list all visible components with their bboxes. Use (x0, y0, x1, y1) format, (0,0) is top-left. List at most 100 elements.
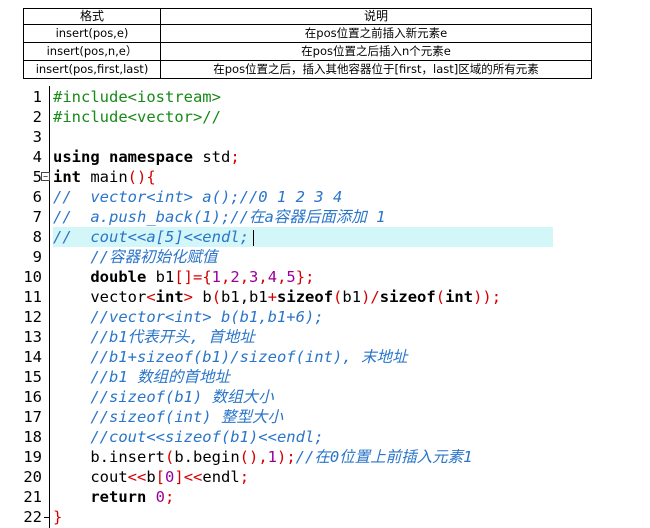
line-number: 3 (32, 128, 42, 146)
code-line[interactable]: 15 //b1 数组的首地址 (0, 367, 650, 387)
code-text[interactable]: // vector<int> a();//0 1 2 3 4 (53, 187, 553, 207)
code-token: //b1 数组的首地址 (90, 368, 230, 386)
code-text[interactable] (53, 127, 553, 147)
code-line[interactable]: 10 double b1[]={1,2,3,4,5}; (0, 267, 650, 287)
code-token: 1 (211, 268, 221, 286)
code-text[interactable]: // a.push_back(1);//在a容器后面添加 1 (53, 207, 553, 227)
line-number: 12 (23, 308, 42, 326)
code-line[interactable]: 8 // cout<<a[5]<<endl; (0, 227, 650, 247)
code-text[interactable]: //vector<int> b(b1,b1+6); (53, 307, 553, 327)
code-text[interactable]: //b1 数组的首地址 (53, 367, 553, 387)
code-text[interactable]: // cout<<a[5]<<endl; (53, 227, 553, 247)
code-token: //b1代表开头, 首地址 (90, 328, 255, 346)
code-line[interactable]: 17 //sizeof(int) 整型大小 (0, 407, 650, 427)
code-token: double (90, 268, 156, 286)
code-token: + (267, 288, 278, 306)
code-token: ( (435, 288, 446, 306)
code-text[interactable]: //b1代表开头, 首地址 (53, 327, 553, 347)
code-line[interactable]: 9 //容器初始化赋值 (0, 247, 650, 267)
code-text[interactable]: //cout<<sizeof(b1)<<endl; (53, 427, 553, 447)
code-token: ); (277, 448, 296, 466)
code-token: > (183, 288, 203, 306)
table-cell-format: insert(pos,e) (23, 24, 161, 43)
code-token: using namespace (53, 148, 203, 166)
code-text[interactable]: return 0; (53, 487, 553, 507)
code-token: 4 (267, 268, 278, 286)
line-number: 6 (32, 188, 42, 206)
code-text[interactable]: b.insert(b.begin(),1);//在0位置上前插入元素1 (53, 447, 553, 467)
line-number: 13 (23, 328, 42, 346)
line-number: 4 (32, 148, 42, 166)
line-number: 9 (32, 248, 42, 266)
line-number: 11 (23, 288, 42, 306)
fold-toggle-icon[interactable]: − (41, 172, 50, 181)
code-line[interactable]: 13 //b1代表开头, 首地址 (0, 327, 650, 347)
code-line[interactable]: 11 vector<int> b(b1,b1+sizeof(b1)/sizeof… (0, 287, 650, 307)
code-token: b.begin (174, 448, 240, 466)
line-number: 15 (23, 368, 42, 386)
code-text[interactable]: cout<<b[0]<<endl; (53, 467, 553, 487)
code-token: )); (473, 288, 502, 306)
code-token: (), (239, 448, 268, 466)
code-line[interactable]: 18 //cout<<sizeof(b1)<<endl; (0, 427, 650, 447)
code-line[interactable]: 4 using namespace std; (0, 147, 650, 167)
code-text[interactable]: } (53, 507, 553, 527)
code-token: , (239, 268, 250, 286)
code-text[interactable]: //sizeof(b1) 数组大小 (53, 387, 553, 407)
code-text[interactable]: //sizeof(int) 整型大小 (53, 407, 553, 427)
code-line[interactable]: 19 b.insert(b.begin(),1);//在0位置上前插入元素1 (0, 447, 650, 467)
code-token: , (258, 268, 268, 286)
code-token: 0 (155, 488, 165, 506)
code-token: ( (333, 288, 343, 306)
line-number: 14 (23, 348, 42, 366)
code-token: //容器初始化赋值 (90, 248, 218, 266)
code-text[interactable]: #include<vector>// (53, 107, 553, 127)
line-number: 18 (23, 428, 42, 446)
line-number: 8 (32, 228, 42, 246)
code-token: cout (53, 468, 128, 486)
code-token: vector (53, 288, 147, 306)
line-number: 7 (32, 208, 42, 226)
code-token: // cout<<a[5]<<endl; (53, 228, 249, 246)
code-line[interactable]: 3 (0, 127, 650, 147)
code-token: //cout<<sizeof(b1)<<endl; (90, 428, 324, 446)
code-line[interactable]: 2 #include<vector>// (0, 107, 650, 127)
line-number: 21 (23, 488, 42, 506)
code-text[interactable]: vector<int> b(b1,b1+sizeof(b1)/sizeof(in… (53, 287, 553, 307)
code-line[interactable]: 1 #include<iostream> (0, 87, 650, 107)
table-cell-description: 在pos位置之后，插入其他容器位于[first，last]区域的所有元素 (160, 60, 592, 79)
code-text[interactable]: //容器初始化赋值 (53, 247, 553, 267)
text-cursor (252, 229, 254, 246)
code-token: b (146, 468, 156, 486)
code-line[interactable]: 5− int main(){ (0, 167, 650, 187)
code-line[interactable]: 14 //b1+sizeof(b1)/sizeof(int), 末地址 (0, 347, 650, 367)
code-token: #include<vector>// (53, 108, 221, 126)
code-token: } (53, 508, 63, 526)
code-text[interactable]: double b1[]={1,2,3,4,5}; (53, 267, 553, 287)
code-line[interactable]: 6 // vector<int> a();//0 1 2 3 4 (0, 187, 650, 207)
code-token: (){ (127, 168, 156, 186)
code-token: int (445, 288, 474, 306)
code-line[interactable]: 20 cout<<b[0]<<endl; (0, 467, 650, 487)
code-token: , (221, 268, 231, 286)
code-token: //b1+sizeof(b1)/sizeof(int), 末地址 (90, 348, 408, 366)
code-line[interactable]: 16 //sizeof(b1) 数组大小 (0, 387, 650, 407)
code-editor[interactable]: 1 #include<iostream> 2 #include<vector>//3 4… (0, 86, 650, 528)
line-number: 22 (23, 508, 42, 526)
code-line[interactable]: 22} (0, 507, 650, 527)
code-text[interactable]: int main(){ (53, 167, 553, 187)
code-line[interactable]: 21 return 0; (0, 487, 650, 507)
code-line[interactable]: 7 // a.push_back(1);//在a容器后面添加 1 (0, 207, 650, 227)
code-token: int (53, 168, 91, 186)
code-token: sizeof (277, 288, 334, 306)
table-cell-format: insert(pos,first,last) (23, 60, 161, 79)
code-text[interactable]: //b1+sizeof(b1)/sizeof(int), 末地址 (53, 347, 553, 367)
line-number: 16 (23, 388, 42, 406)
code-text[interactable]: #include<iostream> (53, 87, 553, 107)
code-line[interactable]: 12 //vector<int> b(b1,b1+6); (0, 307, 650, 327)
code-text[interactable]: using namespace std; (53, 147, 553, 167)
